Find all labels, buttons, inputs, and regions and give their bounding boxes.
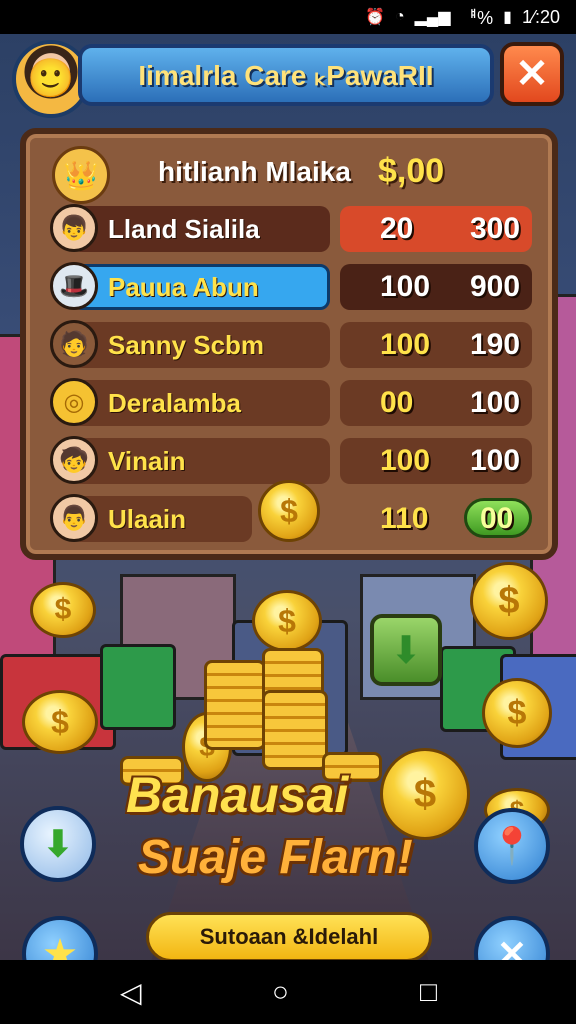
coin-icon: $	[30, 582, 96, 638]
page-title: Iimalrla Care ₖPawaRII	[138, 59, 434, 91]
player-score: 110	[380, 502, 429, 535]
recents-icon[interactable]: □	[420, 976, 437, 1008]
title-banner: Iimalrla Care ₖPawaRII	[78, 44, 494, 106]
player-coins: 100	[470, 386, 521, 419]
map-pin-icon: 📍	[489, 825, 535, 866]
coin-icon: $	[252, 590, 322, 652]
wifi-icon: ◔	[394, 8, 405, 25]
player-avatar-icon: 🧒	[50, 436, 98, 484]
player-name: Ulaain	[108, 504, 187, 534]
player-name: Sanny Scbm	[108, 330, 265, 360]
player-avatar-icon: 👦	[50, 204, 98, 252]
coin-icon: $	[470, 562, 548, 640]
player-coins: 900	[470, 270, 521, 303]
map-button[interactable]: 📍	[474, 808, 550, 884]
player-coins: 190	[470, 328, 521, 361]
player-coins: 300	[470, 212, 521, 245]
leaderboard-row[interactable]: 🧑 Sanny Scbm 100 190	[46, 320, 532, 370]
coin-avatar-icon: ◎	[50, 378, 98, 426]
player-name: Deralamba	[108, 388, 241, 418]
promo-subheadline: Suaje Flarn!	[138, 831, 413, 884]
download-button[interactable]: ⬇	[20, 806, 96, 882]
leaderboard-row[interactable]: 👦 Lland Sialila 20 300	[46, 204, 532, 254]
player-score: 00	[380, 386, 414, 419]
coin-icon: $	[258, 480, 320, 542]
leader-name: hitlianh Mlaika	[158, 156, 351, 187]
check-arrow-icon: ⬇	[390, 629, 422, 672]
trash-bin-green	[100, 644, 176, 730]
player-coins: 00	[480, 502, 514, 535]
player-score: 100	[380, 328, 431, 361]
coin-icon: $	[380, 748, 470, 840]
player-name: Lland Sialila	[108, 214, 260, 244]
coin-icon: $	[22, 690, 98, 754]
player-avatar-icon: 🧑	[50, 320, 98, 368]
back-icon[interactable]: ◁	[120, 976, 142, 1009]
cta-button[interactable]: Sutoaan &Idelahl	[146, 912, 432, 962]
leaderboard-header: 👑 hitlianh Mlaika $,00	[52, 144, 532, 204]
player-name: Vinain	[108, 446, 186, 476]
coin-stack	[262, 690, 328, 770]
status-bar: ⏰ ◔ ▂▄▆ ᅤ% ▮ 1⁄:20	[0, 0, 576, 34]
signal-icon: ▂▄▆	[414, 9, 451, 26]
player-coins: 100	[470, 444, 521, 477]
collect-button[interactable]: ⬇	[370, 614, 442, 686]
player-score: 20	[380, 212, 414, 245]
home-icon[interactable]: ○	[272, 976, 289, 1008]
battery-text: ᅤ%	[460, 8, 494, 28]
player-name: Pauua Abun	[108, 272, 259, 302]
player-score: 100	[380, 270, 431, 303]
player-score: 100	[380, 444, 431, 477]
player-avatar-icon: 🎩	[50, 262, 98, 310]
leaderboard-row[interactable]: 🎩 Pauua Abun 100 900	[46, 262, 532, 312]
navigation-bar: ◁ ○ □	[0, 960, 576, 1024]
player-avatar-icon: 👨	[50, 494, 98, 542]
battery-icon: ▮	[503, 9, 512, 26]
coin-icon: $	[482, 678, 552, 748]
close-icon: ✕	[515, 52, 549, 96]
clock: 1⁄:20	[521, 6, 560, 27]
leaderboard-row[interactable]: 🧒 Vinain 100 100	[46, 436, 532, 486]
alarm-icon: ⏰	[365, 9, 385, 26]
leader-amount: $,00	[378, 152, 445, 190]
promo-headline: Banausai	[126, 767, 349, 823]
coin-stack	[204, 660, 266, 750]
cta-label: Sutoaan &Idelahl	[199, 924, 379, 949]
down-arrow-icon: ⬇	[42, 823, 74, 864]
leaderboard-row[interactable]: ◎ Deralamba 00 100	[46, 378, 532, 428]
leader-avatar: 👑	[52, 146, 110, 204]
close-button[interactable]: ✕	[500, 42, 564, 106]
